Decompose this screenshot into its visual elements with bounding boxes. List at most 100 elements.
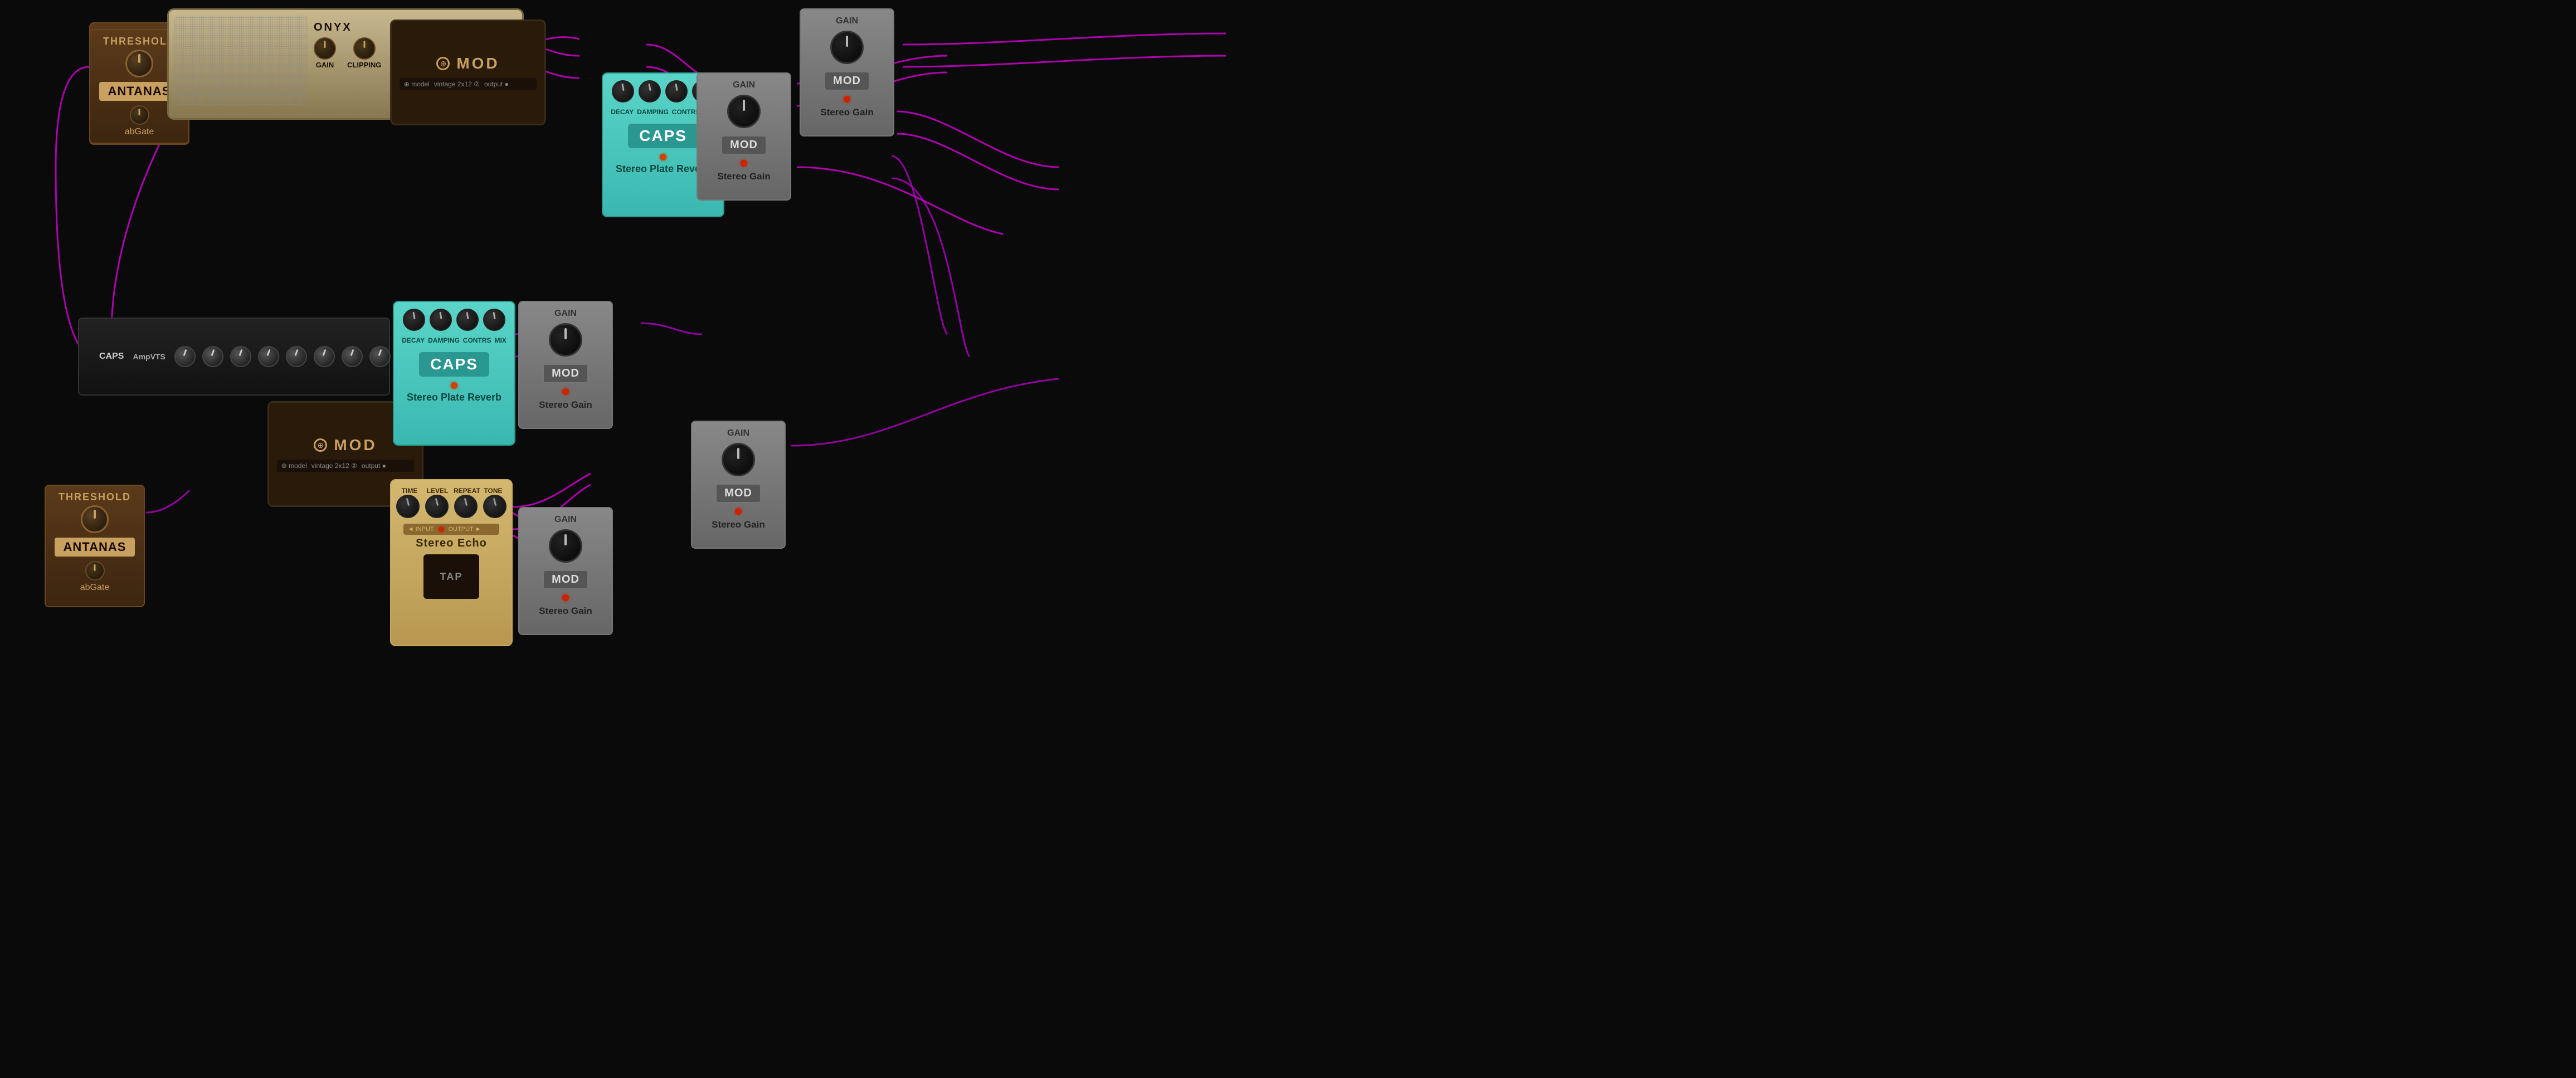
echo-level-knob[interactable] [425,495,449,518]
caps-reverb-top-knob-label-damping: DAMPING [637,108,669,116]
caps-reverb-mid-badge: CAPS [419,352,489,377]
mod-gain-bottom-far-sublabel: Stereo Gain [539,606,592,617]
mod-gain-bottom-right-led [735,508,742,515]
mod-gain-bottom-right-gain-label: GAIN [727,428,749,438]
caps-reverb-mid-knob-label-mix: MIX [494,336,506,344]
caps-ampvts-knob-input[interactable] [174,346,196,367]
mod-gain-bottom-far-gain-label: GAIN [554,515,577,525]
echo-level-label: LEVEL [426,487,449,495]
abgate-bottom-threshold-label: THRESHOLD [59,491,131,503]
echo-time-label: TIME [398,487,421,495]
caps-reverb-mid-mix-knob[interactable] [483,309,505,331]
abgate-bottom-badge: ANTANAS [55,538,135,557]
onyx-grille [174,16,308,105]
mod-gain-bottom-far-badge: MOD [543,570,588,589]
mod-gain-top-right-knob[interactable] [727,95,761,128]
echo-input-label: ◄ INPUT [408,526,434,533]
mod-gain-mid-right-gain-label: GAIN [554,309,577,319]
abgate-top-small-knob[interactable] [130,105,149,125]
mod-gain-top-right-badge: MOD [722,136,766,154]
mod-gain-top-right-sublabel: Stereo Gain [717,171,770,182]
caps-ampvts-knob-treble[interactable] [258,346,279,367]
mod-gain-mid-right-led [562,388,569,395]
caps-reverb-mid-decay-knob[interactable] [403,309,425,331]
caps-ampvts-knob-bright[interactable] [314,346,335,367]
caps-reverb-top-knob-label-contrs: CONTRS [672,108,700,116]
caps-ampvts-knob-bass[interactable] [202,346,223,367]
caps-reverb-top-badge: CAPS [628,124,698,148]
mod-cab-bottom-logo: MOD [334,436,377,454]
mod-gain-far-right-top-gain-label: GAIN [836,16,858,26]
mod-gain-far-right-top-led [844,96,850,103]
mod-gain-bottom-far-led [562,594,569,601]
mod-gain-bottom-right: GAIN MOD Stereo Gain [691,421,786,549]
caps-reverb-top-damping-knob[interactable] [639,80,661,103]
mod-gain-mid-right-badge: MOD [543,364,588,383]
echo-tone-knob[interactable] [483,495,507,518]
mod-gain-far-right-top: GAIN MOD Stereo Gain [800,8,894,136]
mod-gain-top-right-gain-label: GAIN [733,80,755,90]
stereo-echo-knob-labels: TIME LEVEL REPEAT TONE [398,487,505,495]
caps-reverb-mid-contrs-knob[interactable] [456,309,479,331]
stereo-echo-io-bar: ◄ INPUT OUTPUT ► [403,524,500,535]
mod-gain-far-right-top-sublabel: Stereo Gain [820,107,873,118]
caps-reverb-mid-knob-label-decay: DECAY [402,336,425,344]
stereo-echo-main-label: Stereo Echo [416,537,487,550]
mod-cab-bottom-status: ⊕ modelvintage 2x12 ②output ● [277,460,415,472]
echo-time-knob[interactable] [396,495,420,518]
onyx-clipping-knob[interactable] [353,37,376,60]
caps-reverb-top-led [660,154,666,160]
echo-repeat-label: REPEAT [454,487,477,495]
onyx-clipping-label: CLIPPING [347,61,381,69]
stereo-echo-knobs [396,495,507,518]
mod-cab-top-logo: MOD [456,55,499,72]
caps-reverb-mid-knobs [403,309,505,331]
mod-cab-top-status: ⊕ modelvintage 2x12 ②output ● [400,78,537,90]
abgate-top-sublabel: abGate [125,127,154,137]
caps-reverb-top-decay-knob[interactable] [612,80,634,103]
onyx-gain-label: GAIN [316,61,334,69]
mod-gain-mid-right-sublabel: Stereo Gain [539,399,592,411]
mod-logo-circle-top: ⊕ [436,57,450,70]
caps-ampvts-knobs [174,346,418,367]
caps-reverb-mid-damping-knob[interactable] [430,309,452,331]
abgate-top-threshold-knob[interactable] [125,50,153,77]
caps-reverb-mid-knob-label-contrs: CONTRS [463,336,491,344]
mod-gain-far-right-top-badge: MOD [825,72,869,90]
echo-output-label: OUTPUT ► [449,526,481,533]
caps-ampvts-knob-mid[interactable] [230,346,251,367]
caps-reverb-mid-label: Stereo Plate Reverb [407,391,501,404]
mod-gain-top-right: GAIN MOD Stereo Gain [697,72,791,201]
echo-repeat-knob[interactable] [454,495,478,518]
caps-ampvts: CAPS AmpVTS Stanford [78,318,390,396]
abgate-top-threshold-label: THRESHOLD [103,36,176,47]
caps-ampvts-knob-gain[interactable] [286,346,307,367]
onyx-gain-knob[interactable] [314,37,336,60]
stereo-echo: TIME LEVEL REPEAT TONE ◄ INPUT OUTPUT ► … [390,479,513,646]
mod-gain-mid-right-knob[interactable] [549,323,582,357]
mod-gain-top-right-led [741,160,747,167]
mod-gain-far-right-top-knob[interactable] [830,31,864,64]
abgate-bottom: THRESHOLD ANTANAS abGate [45,485,145,607]
mod-gain-mid-right: GAIN MOD Stereo Gain [518,301,613,429]
mod-gain-bottom-right-knob[interactable] [722,443,755,476]
echo-tone-label: TONE [481,487,505,495]
mod-gain-bottom-right-badge: MOD [716,484,761,503]
caps-ampvts-knob-attack[interactable] [342,346,363,367]
caps-reverb-mid-led [451,382,457,389]
abgate-bottom-small-knob[interactable] [85,561,105,581]
caps-reverb-top-contrs-knob[interactable] [665,80,688,103]
caps-ampvts-model: AmpVTS [133,352,165,361]
echo-led [439,526,444,532]
abgate-bottom-threshold-knob[interactable] [81,505,109,533]
caps-ampvts-brand: CAPS [99,352,124,362]
caps-ampvts-knob-source[interactable] [369,346,391,367]
abgate-bottom-sublabel: abGate [80,583,109,593]
caps-reverb-mid: DECAY DAMPING CONTRS MIX CAPS Stereo Pla… [393,301,515,446]
caps-reverb-mid-knob-label-damping: DAMPING [428,336,460,344]
caps-reverb-top-knob-label-decay: DECAY [611,108,634,116]
mod-gain-bottom-far-knob[interactable] [549,529,582,563]
mod-gain-bottom-right-sublabel: Stereo Gain [712,519,764,530]
mod-logo-circle-bottom: ⊕ [314,438,327,452]
stereo-echo-tap-button[interactable]: TAP [423,554,479,599]
